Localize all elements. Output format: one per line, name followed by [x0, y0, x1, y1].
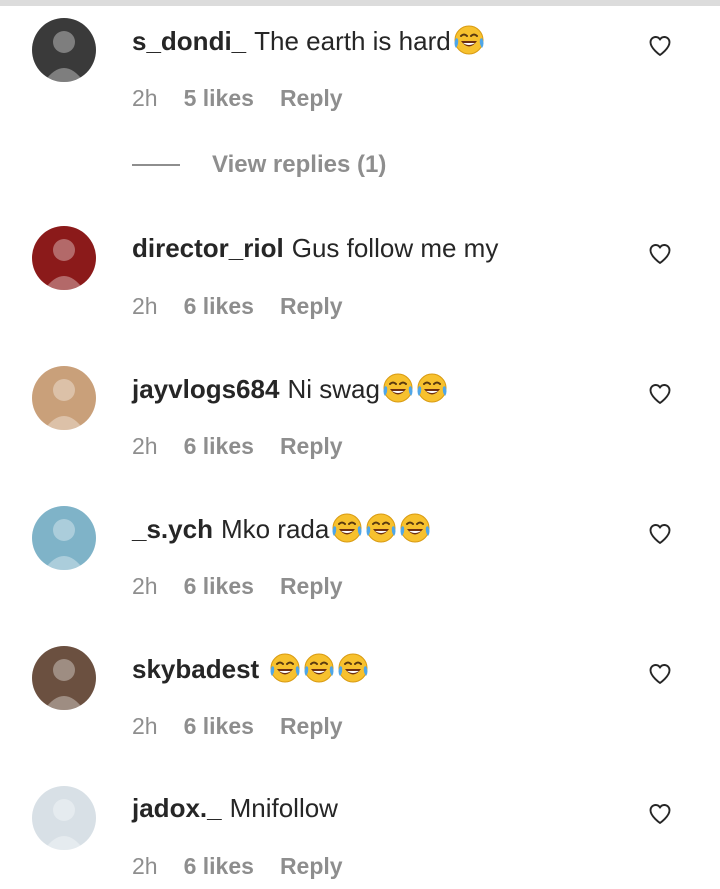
- face-with-tears-of-joy-emoji: [332, 513, 362, 543]
- comment-username[interactable]: jayvlogs684: [132, 374, 279, 404]
- comment-item: _s.ych Mko rada 2h 6 likes Reply: [0, 506, 720, 606]
- heart-outline-icon[interactable]: [648, 242, 672, 266]
- comment-item: skybadest 2h 6 likes Reply: [0, 646, 720, 746]
- comment-meta: 2h 6 likes Reply: [132, 292, 343, 320]
- face-with-tears-of-joy-emoji: [383, 373, 413, 403]
- reply-button[interactable]: Reply: [280, 293, 343, 319]
- avatar[interactable]: [32, 18, 96, 82]
- comment-time: 2h: [132, 713, 158, 739]
- comment-emojis: [269, 652, 371, 691]
- comment-time: 2h: [132, 85, 158, 111]
- heart-outline-icon[interactable]: [648, 662, 672, 686]
- heart-outline-icon[interactable]: [648, 382, 672, 406]
- comment-meta: 2h 6 likes Reply: [132, 852, 343, 880]
- comment-time: 2h: [132, 293, 158, 319]
- comment-meta: 2h 6 likes Reply: [132, 572, 343, 600]
- face-with-tears-of-joy-emoji: [400, 513, 430, 543]
- comment-emojis: [453, 24, 487, 63]
- comment-likes[interactable]: 6 likes: [184, 573, 254, 599]
- comment-username[interactable]: s_dondi_: [132, 26, 246, 56]
- avatar[interactable]: [32, 366, 96, 430]
- comment-username[interactable]: _s.ych: [132, 514, 213, 544]
- comment-text: The earth is hard: [254, 26, 451, 56]
- avatar[interactable]: [32, 646, 96, 710]
- avatar[interactable]: [32, 786, 96, 850]
- view-replies-line: [132, 164, 180, 166]
- comment-likes[interactable]: 5 likes: [184, 85, 254, 111]
- comment-username[interactable]: jadox._: [132, 793, 222, 823]
- face-with-tears-of-joy-emoji: [454, 25, 484, 55]
- comment-username[interactable]: skybadest: [132, 654, 259, 684]
- comment-item: s_dondi_ The earth is hard 2h 5 likes Reply: [0, 18, 720, 118]
- comment-body: director_riol Gus follow me my: [132, 232, 500, 264]
- comment-item: director_riol Gus follow me my 2h 6 likes R…: [0, 226, 720, 326]
- comment-body: skybadest: [132, 652, 371, 691]
- comment-likes[interactable]: 6 likes: [184, 293, 254, 319]
- comment-item: jadox._ Mnifollow 2h 6 likes Reply: [0, 786, 720, 886]
- reply-button[interactable]: Reply: [280, 573, 343, 599]
- comment-likes[interactable]: 6 likes: [184, 853, 254, 879]
- comment-text: Ni swag: [287, 374, 380, 404]
- heart-outline-icon[interactable]: [648, 802, 672, 826]
- comment-time: 2h: [132, 573, 158, 599]
- comment-body: jayvlogs684 Ni swag: [132, 372, 450, 411]
- heart-outline-icon[interactable]: [648, 522, 672, 546]
- top-divider: [0, 0, 720, 6]
- comment-time: 2h: [132, 433, 158, 459]
- heart-outline-icon[interactable]: [648, 34, 672, 58]
- reply-button[interactable]: Reply: [280, 85, 343, 111]
- comment-emojis: [331, 512, 433, 551]
- reply-button[interactable]: Reply: [280, 433, 343, 459]
- reply-button[interactable]: Reply: [280, 853, 343, 879]
- face-with-tears-of-joy-emoji: [417, 373, 447, 403]
- comment-text: Mnifollow: [229, 793, 338, 823]
- comment-body: jadox._ Mnifollow: [132, 792, 340, 824]
- comment-meta: 2h 6 likes Reply: [132, 432, 343, 460]
- view-replies-label[interactable]: View replies (1): [212, 150, 386, 180]
- comment-emojis: [382, 372, 450, 411]
- comment-time: 2h: [132, 853, 158, 879]
- comment-body: s_dondi_ The earth is hard: [132, 24, 487, 63]
- comment-body: _s.ych Mko rada: [132, 512, 433, 551]
- avatar[interactable]: [32, 506, 96, 570]
- comment-meta: 2h 5 likes Reply: [132, 84, 343, 112]
- comment-likes[interactable]: 6 likes: [184, 713, 254, 739]
- comment-text: Mko rada: [220, 514, 330, 544]
- reply-button[interactable]: Reply: [280, 713, 343, 739]
- comment-username[interactable]: director_riol: [132, 233, 284, 263]
- comment-text: Gus follow me my: [291, 233, 499, 263]
- comment-meta: 2h 6 likes Reply: [132, 712, 343, 740]
- comment-likes[interactable]: 6 likes: [184, 433, 254, 459]
- avatar[interactable]: [32, 226, 96, 290]
- face-with-tears-of-joy-emoji: [366, 513, 396, 543]
- face-with-tears-of-joy-emoji: [270, 653, 300, 683]
- comment-item: jayvlogs684 Ni swag 2h 6 likes Reply: [0, 366, 720, 466]
- face-with-tears-of-joy-emoji: [338, 653, 368, 683]
- face-with-tears-of-joy-emoji: [304, 653, 334, 683]
